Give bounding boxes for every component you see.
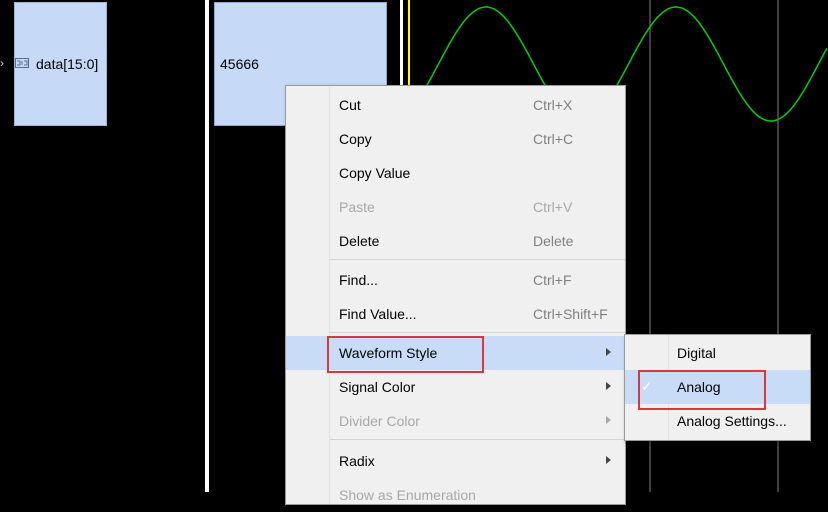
signal-value-text: 45666 (220, 56, 259, 72)
menu-item-cut[interactable]: Cut Ctrl+X (286, 88, 625, 122)
menu-item-copy[interactable]: Copy Ctrl+C (286, 122, 625, 156)
menu-item-copy-value[interactable]: Copy Value (286, 156, 625, 190)
menu-item-find[interactable]: Find... Ctrl+F (286, 263, 625, 297)
menu-item-divider-color: Divider Color (286, 404, 625, 438)
checkmark-icon: ✓ (641, 378, 653, 394)
submenu-arrow-icon (606, 416, 611, 424)
bus-signal-icon (15, 58, 29, 68)
menu-item-signal-color[interactable]: Signal Color (286, 370, 625, 404)
menu-separator (330, 439, 625, 440)
waveform-style-submenu: Digital ✓ Analog Analog Settings... (624, 334, 811, 441)
submenu-arrow-icon (606, 382, 611, 390)
menu-item-waveform-style[interactable]: Waveform Style (286, 336, 625, 370)
menu-item-delete[interactable]: Delete Delete (286, 224, 625, 258)
submenu-item-analog-settings[interactable]: Analog Settings... (625, 404, 810, 438)
signal-name-label[interactable]: data[15:0] (36, 56, 98, 72)
menu-item-paste: Paste Ctrl+V (339, 199, 573, 215)
chevron-right-icon[interactable]: › (0, 56, 4, 70)
menu-item-find-value[interactable]: Find Value... Ctrl+Shift+F (286, 297, 625, 331)
submenu-item-digital[interactable]: Digital (625, 336, 810, 370)
submenu-arrow-icon (606, 456, 611, 464)
menu-separator (330, 259, 625, 260)
signal-name-panel: › data[15:0] (0, 0, 205, 492)
submenu-item-analog[interactable]: ✓ Analog (625, 370, 810, 404)
menu-item-show-as-enumeration: Show as Enumeration (339, 487, 476, 503)
submenu-arrow-icon (606, 348, 611, 356)
menu-item-radix[interactable]: Radix (286, 444, 625, 478)
menu-separator (330, 332, 625, 333)
context-menu: Cut Ctrl+X Copy Ctrl+C Copy Value Paste … (285, 85, 626, 505)
